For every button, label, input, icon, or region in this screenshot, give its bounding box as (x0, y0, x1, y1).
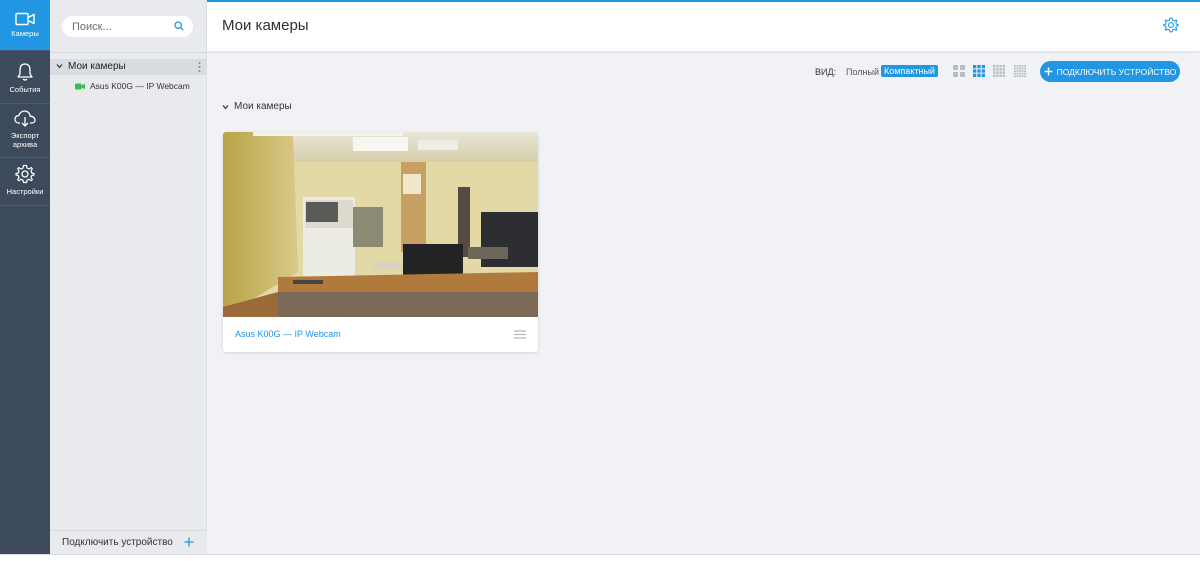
grid-5x5-icon[interactable] (1014, 65, 1026, 77)
tree-group-my-cameras[interactable]: Мои камеры (50, 59, 207, 75)
nav-item-label: Настройки (6, 187, 44, 196)
connect-device-label: ПОДКЛЮЧИТЬ УСТРОЙСТВО (1056, 66, 1177, 77)
camera-card[interactable]: Asus K00G — IP Webcam (223, 132, 538, 352)
nav-item-label: Камеры (11, 29, 39, 38)
grid-4x4-icon[interactable] (993, 65, 1005, 77)
view-full-option[interactable]: Полный (846, 67, 879, 77)
gear-icon[interactable] (1163, 17, 1179, 33)
nav-item-label: События (9, 85, 41, 94)
cloud-download-icon (14, 110, 36, 127)
bottom-status-strip (0, 554, 1200, 561)
page-header: Мои камеры (207, 0, 1200, 52)
camera-online-icon (75, 83, 85, 89)
gear-icon (15, 164, 35, 184)
view-label: ВИД: (815, 67, 837, 77)
page-title: Мои камеры (222, 17, 309, 34)
view-compact-option[interactable]: Компактный (881, 65, 938, 77)
connect-device-button[interactable]: ПОДКЛЮЧИТЬ УСТРОЙСТВО (1040, 61, 1180, 82)
camera-card-title[interactable]: Asus K00G — IP Webcam (235, 329, 341, 339)
nav-item-cameras[interactable]: Камеры (0, 0, 50, 50)
search-input[interactable] (72, 16, 172, 37)
section-title: Мои камеры (234, 101, 292, 112)
nav-item-export[interactable]: Экспорт архива (0, 110, 50, 154)
grid-3x3-icon[interactable] (973, 65, 985, 77)
bell-icon (17, 63, 33, 81)
tree-group-label: Мои камеры (68, 61, 126, 72)
tree-item-camera[interactable]: Asus K00G — IP Webcam (75, 81, 190, 91)
grid-2x2-icon[interactable] (953, 65, 965, 77)
nav-rail: Камеры События Экспорт архива Настройки (0, 0, 50, 561)
kebab-menu-icon[interactable] (198, 61, 201, 73)
add-device-footer[interactable]: Подключить устройство (50, 530, 207, 554)
chevron-down-icon[interactable] (222, 104, 229, 110)
nav-item-settings[interactable]: Настройки (0, 164, 50, 204)
tree-item-label: Asus K00G — IP Webcam (90, 81, 190, 91)
search-icon[interactable] (174, 21, 184, 31)
nav-item-events[interactable]: События (0, 62, 50, 102)
video-camera-icon (15, 12, 35, 26)
nav-item-label: Экспорт архива (10, 131, 40, 149)
plus-icon[interactable] (184, 537, 194, 547)
menu-icon[interactable] (514, 330, 526, 339)
search-box (62, 16, 193, 37)
camera-preview-image[interactable] (223, 132, 538, 317)
add-device-label: Подключить устройство (62, 537, 173, 548)
camera-tree-panel: Мои камеры Asus K00G — IP Webcam Подключ… (50, 0, 207, 554)
plus-icon (1044, 67, 1053, 76)
section-header-my-cameras[interactable]: Мои камеры (222, 101, 292, 112)
chevron-down-icon[interactable] (56, 63, 63, 69)
